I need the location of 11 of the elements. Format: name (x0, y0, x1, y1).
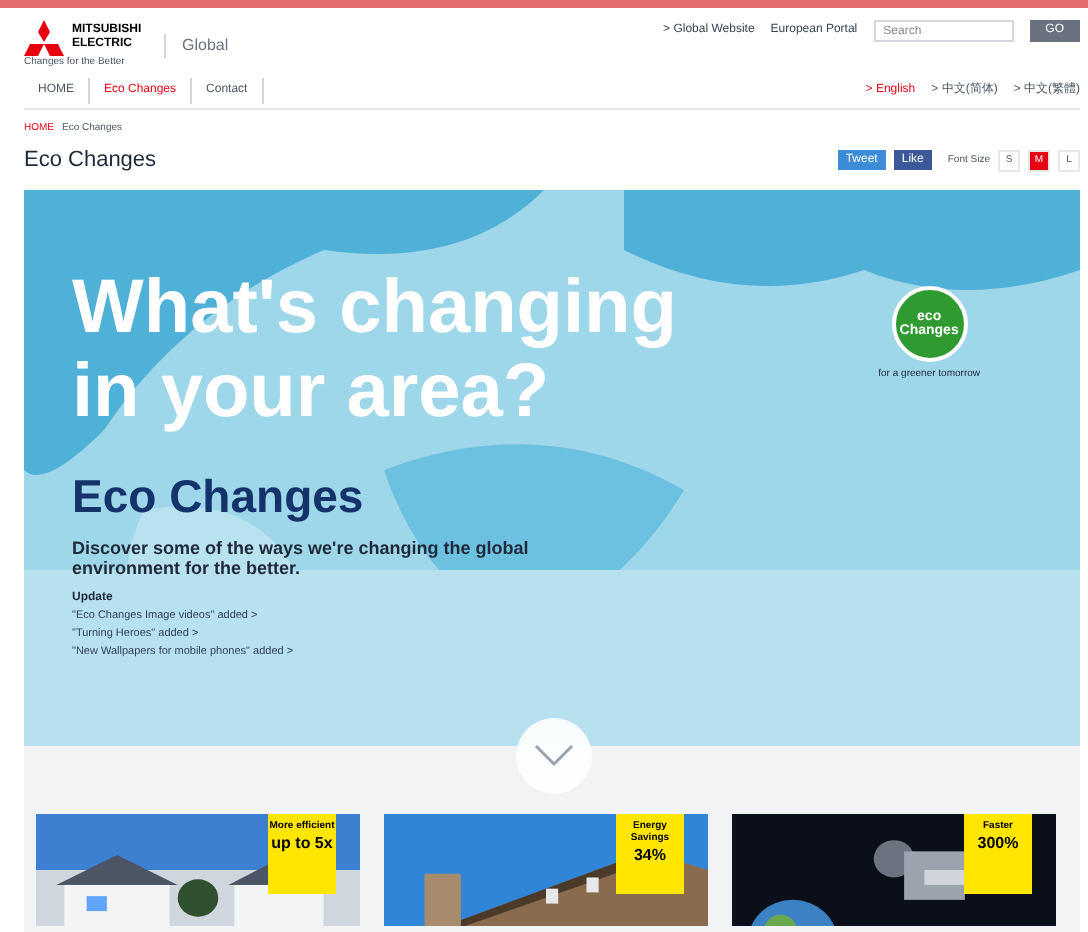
site-name: Global (164, 33, 229, 58)
chevron-down-icon (534, 743, 574, 767)
badge-value: up to 5x (271, 831, 333, 855)
page-title: Eco Changes (24, 146, 157, 176)
hero-title: Eco Changes (72, 467, 364, 526)
hero-description: Discover some of the ways we're changing the global environment for the better. (72, 538, 531, 578)
hero-headline: in your area? (72, 349, 550, 433)
hero-headline: What's changing (72, 265, 677, 349)
logo-icon (24, 20, 64, 56)
badge-value: 300% (977, 831, 1019, 855)
badge-value: 34% (633, 843, 666, 867)
